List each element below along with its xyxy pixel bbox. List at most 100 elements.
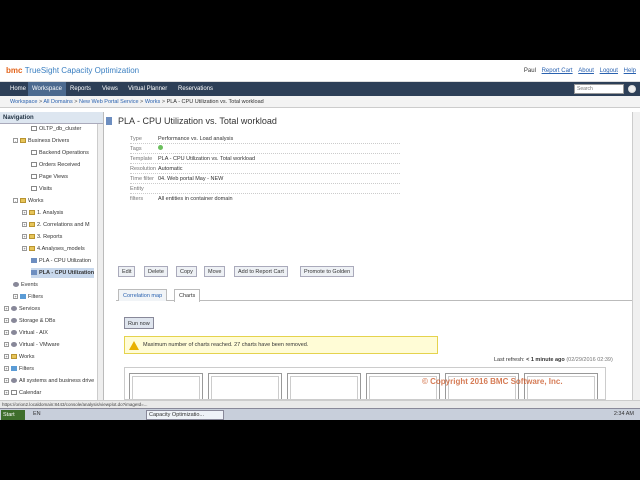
chart-icon: [31, 258, 37, 264]
expand-icon[interactable]: +: [4, 330, 9, 336]
chart-thumbnail[interactable]: 2. OLTP_db_A:CPU Utilization % vs Orders…: [208, 373, 282, 399]
copyright-watermark: © Copyright 2016 BMC Software, Inc.: [422, 377, 563, 386]
expand-icon[interactable]: +: [22, 210, 27, 216]
sidebar-item[interactable]: +1. Analysis: [22, 208, 63, 218]
sidebar-item[interactable]: Events: [13, 280, 38, 290]
sidebar-item-label: Filters: [28, 294, 43, 300]
nav-tab-virtual-planner[interactable]: Virtual Planner: [124, 82, 171, 96]
chart-icon: [31, 270, 37, 276]
add-to-report-cart-button[interactable]: Add to Report Cart: [234, 266, 288, 277]
expand-icon[interactable]: +: [4, 318, 9, 324]
sidebar-item[interactable]: Orders Received: [31, 160, 80, 170]
sidebar-item[interactable]: Page Views: [31, 172, 68, 182]
gear-icon: [11, 306, 17, 312]
sidebar-item[interactable]: + Calendar: [4, 388, 41, 398]
folder-icon: [29, 234, 35, 240]
sidebar-item[interactable]: Backend Operations: [31, 148, 89, 158]
main-scrollbar[interactable]: [632, 112, 640, 400]
collapse-icon[interactable]: -: [13, 138, 18, 144]
sidebar-item[interactable]: + Storage & DBs: [4, 316, 55, 326]
sidebar-item[interactable]: OLTP_db_cluster: [31, 124, 81, 134]
browser-window: bmc TrueSight Capacity Optimization Paul…: [0, 60, 640, 420]
sidebar-item[interactable]: + Services: [4, 304, 40, 314]
start-button[interactable]: Start: [1, 410, 25, 420]
nav-tab-workspace[interactable]: Workspace: [28, 82, 66, 96]
nav-tab-reservations[interactable]: Reservations: [174, 82, 217, 96]
property-value: Performance vs. Load analysis: [158, 136, 234, 142]
delete-button[interactable]: Delete: [144, 266, 168, 277]
property-key: Type: [130, 136, 142, 142]
filter-icon: [11, 366, 17, 372]
move-button[interactable]: Move: [204, 266, 226, 277]
report-cart-link[interactable]: Report Cart: [542, 68, 573, 74]
breadcrumb-works[interactable]: Works: [145, 99, 160, 105]
content-tabs: Correlation map Charts: [116, 287, 640, 302]
copy-button[interactable]: Copy: [176, 266, 197, 277]
expand-icon[interactable]: +: [22, 246, 27, 252]
expand-icon[interactable]: +: [4, 378, 9, 384]
expand-icon[interactable]: +: [22, 234, 27, 240]
expand-icon[interactable]: +: [4, 342, 9, 348]
property-value: 04. Web portal May - NEW: [158, 176, 224, 182]
logo: bmc TrueSight Capacity Optimization: [6, 66, 139, 75]
page-icon: [31, 174, 37, 180]
sidebar-item-label: Virtual - VMware: [19, 342, 60, 348]
search-icon[interactable]: [628, 85, 636, 93]
breadcrumb-all-domains[interactable]: All Domains: [43, 99, 72, 105]
refresh-value: < 1 minute ago: [526, 357, 565, 363]
properties-table: Type Performance vs. Load analysis Tags T…: [130, 134, 400, 202]
sidebar-scrollbar[interactable]: [97, 124, 103, 400]
collapse-icon[interactable]: -: [13, 198, 18, 204]
property-row: Entity filters All entities in container …: [130, 184, 400, 202]
expand-icon[interactable]: +: [4, 354, 9, 360]
language-indicator[interactable]: EN: [33, 411, 41, 417]
run-now-button[interactable]: Run now: [124, 317, 154, 329]
sidebar-item[interactable]: + Filters: [4, 364, 34, 374]
sidebar-item[interactable]: + Virtual - AIX: [4, 328, 48, 338]
sidebar-item[interactable]: Visits: [31, 184, 52, 194]
sidebar-item-label: Virtual - AIX: [19, 330, 48, 336]
expand-icon[interactable]: +: [4, 390, 9, 396]
sidebar-item[interactable]: +2. Correlations and M: [22, 220, 90, 230]
breadcrumb-workspace[interactable]: Workspace: [10, 99, 37, 105]
folder-icon: [29, 210, 35, 216]
chart-thumbnail[interactable]: 1. OLTP_db_A:CPU Utilization % vs Backen…: [129, 373, 203, 399]
property-key: Time filter: [130, 176, 154, 182]
about-link[interactable]: About: [578, 68, 594, 74]
breadcrumb-service[interactable]: New Web Portal Service: [79, 99, 139, 105]
folder-icon: [20, 198, 26, 204]
logout-link[interactable]: Logout: [600, 68, 618, 74]
edit-button[interactable]: Edit: [118, 266, 136, 277]
promote-to-golden-button[interactable]: Promote to Golden: [300, 266, 355, 277]
tag-icon[interactable]: [158, 145, 163, 150]
sidebar-item[interactable]: +4.Analyses_models: [22, 244, 85, 254]
expand-icon[interactable]: +: [22, 222, 27, 228]
tab-correlation-map[interactable]: Correlation map: [118, 289, 168, 301]
sidebar-item[interactable]: - Works: [13, 196, 43, 206]
sidebar-item[interactable]: + Filters: [13, 292, 43, 302]
property-row: Tags: [130, 144, 400, 154]
tab-charts[interactable]: Charts: [174, 289, 201, 302]
expand-icon[interactable]: +: [4, 306, 9, 312]
property-row: Template PLA - CPU Utilization vs. Total …: [130, 154, 400, 164]
nav-tab-reports[interactable]: Reports: [66, 82, 95, 96]
sidebar-item[interactable]: - Business Drivers: [13, 136, 69, 146]
user-links: Paul Report Cart About Logout Help: [520, 68, 636, 74]
nav-tab-home[interactable]: Home: [6, 82, 30, 96]
sidebar-item[interactable]: + Virtual - VMware: [4, 340, 60, 350]
sidebar-item[interactable]: + All systems and business drive: [4, 376, 94, 386]
nav-tab-views[interactable]: Views: [98, 82, 122, 96]
refresh-label: Last refresh:: [494, 357, 525, 363]
sidebar-item[interactable]: PLA - CPU Utilization: [31, 256, 91, 266]
expand-icon[interactable]: +: [4, 366, 9, 372]
sidebar-item[interactable]: +3. Reports: [22, 232, 62, 242]
search-input[interactable]: Search: [574, 84, 624, 94]
help-link[interactable]: Help: [624, 68, 636, 74]
chart-thumbnail[interactable]: 3. OLTP_db_A:CPU Utilization % vs Page V…: [287, 373, 361, 399]
expand-icon[interactable]: +: [13, 294, 18, 300]
taskbar-clock: 2:34 AM: [613, 411, 634, 417]
breadcrumb-current: PLA - CPU Utilization vs. Total workload: [166, 99, 264, 105]
taskbar-item-browser[interactable]: Capacity Optimizatio...: [146, 410, 224, 420]
sidebar-item[interactable]: PLA - CPU Utilization: [31, 268, 95, 278]
sidebar-item[interactable]: + Works: [4, 352, 34, 362]
